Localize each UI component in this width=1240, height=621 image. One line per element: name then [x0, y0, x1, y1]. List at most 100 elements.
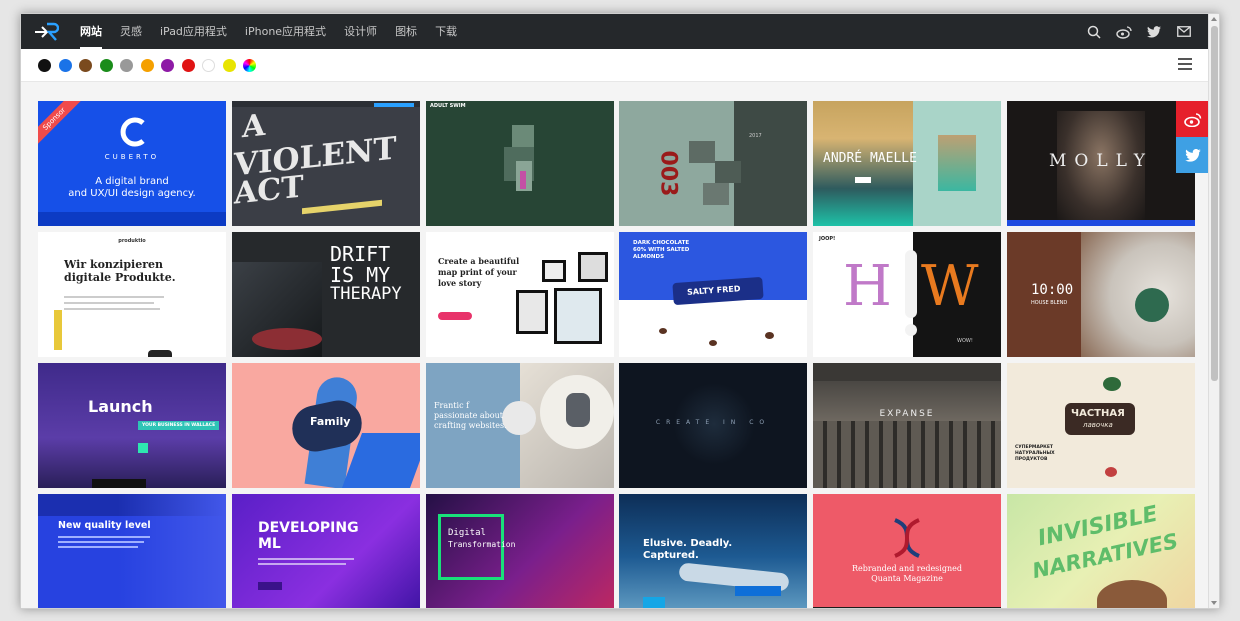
- color-swatch-white[interactable]: [202, 58, 215, 72]
- tile-title: MOLLY: [1048, 151, 1154, 171]
- nav-item-websites[interactable]: 网站: [71, 14, 111, 49]
- color-swatch-orange[interactable]: [140, 58, 154, 72]
- tile-text: Digital: [448, 528, 486, 538]
- tile-drift[interactable]: DRIFT IS MY THERAPY: [232, 232, 420, 357]
- tile-text: Wir konzipieren: [64, 258, 164, 271]
- search-icon[interactable]: [1086, 24, 1102, 40]
- tile-text: СУПЕРМАРКЕТ: [1015, 445, 1053, 450]
- tile-text: Create a beautiful: [438, 256, 520, 266]
- tile-title: Family: [310, 415, 351, 428]
- hamburger-menu-icon[interactable]: [1178, 58, 1192, 70]
- browser-window: 网站 灵感 iPad应用程式 iPhone应用程式 设计师 图标 下载 Spon…: [20, 13, 1220, 609]
- tile-text: Captured.: [643, 550, 699, 561]
- tile-text: ПРОДУКТОВ: [1015, 457, 1048, 462]
- scroll-up-icon[interactable]: [1211, 17, 1217, 21]
- tile-text: 10:00: [1031, 282, 1074, 298]
- logo-icon: [35, 22, 59, 41]
- scroll-down-icon[interactable]: [1211, 601, 1217, 605]
- tile-elusive[interactable]: Elusive. Deadly. Captured.: [619, 494, 807, 608]
- color-filter-bar: [21, 49, 1210, 82]
- tile-developing-ml[interactable]: DEVELOPING ML: [232, 494, 420, 608]
- tile-joop[interactable]: JOOP! H W WOW!: [813, 232, 1001, 357]
- tile-coffee[interactable]: 10:00 HOUSE BLEND: [1007, 232, 1195, 357]
- tile-text: crafting websites.: [434, 421, 507, 430]
- tile-new-quality[interactable]: New quality level: [38, 494, 226, 608]
- tile-cuberto[interactable]: Sponsor CUBERTO A digital brand and UX/U…: [38, 101, 226, 226]
- color-swatch-yellow[interactable]: [222, 58, 236, 72]
- tile-text: 2017: [749, 133, 762, 139]
- tile-003[interactable]: 2017 003: [619, 101, 807, 226]
- nav-item-ipad-apps[interactable]: iPad应用程式: [151, 14, 236, 49]
- tile-launch[interactable]: Launch YOUR BUSINESS IN WALLACE: [38, 363, 226, 488]
- share-weibo-button[interactable]: [1176, 101, 1210, 137]
- top-navigation-bar: 网站 灵感 iPad应用程式 iPhone应用程式 设计师 图标 下载: [21, 14, 1210, 49]
- mail-icon[interactable]: [1176, 24, 1192, 40]
- weibo-icon: [1184, 112, 1202, 127]
- tile-title: CREATE IN CO: [655, 419, 771, 426]
- tile-text: 60% WITH SALTED: [633, 247, 690, 253]
- tile-brand: CUBERTO: [104, 153, 160, 161]
- tile-text: W: [921, 254, 979, 319]
- tile-brand: ADULT SWIM: [430, 103, 466, 109]
- tile-violent-act[interactable]: A VIOLENT ACT: [232, 101, 420, 226]
- nav-item-iphone-apps[interactable]: iPhone应用程式: [236, 14, 335, 49]
- sponsor-badge: Sponsor: [38, 101, 82, 147]
- tile-text: passionate about: [434, 411, 503, 420]
- tile-text: DARK CHOCOLATE: [633, 240, 690, 246]
- cuberto-logo-icon: [120, 117, 145, 147]
- main-nav: 网站 灵感 iPad应用程式 iPhone应用程式 设计师 图标 下载: [71, 14, 466, 49]
- tile-text: Rebranded and redesigned: [852, 564, 962, 573]
- site-logo[interactable]: [21, 14, 71, 49]
- tile-frantic[interactable]: Frantic f passionate about crafting webs…: [426, 363, 614, 488]
- tile-text: love story: [438, 278, 482, 288]
- tile-produkte[interactable]: produktio Wir konzipieren digitale Produ…: [38, 232, 226, 357]
- color-swatch-black[interactable]: [38, 58, 51, 72]
- color-swatch-multicolor[interactable]: [243, 58, 256, 72]
- tile-molly[interactable]: MOLLY: [1007, 101, 1195, 226]
- tile-text: A: [242, 107, 266, 146]
- tile-brand: produktio: [118, 238, 146, 244]
- tile-digital-transformation[interactable]: Digital Transformation: [426, 494, 614, 608]
- vertical-scrollbar[interactable]: [1208, 14, 1219, 608]
- top-icons: [1086, 14, 1192, 49]
- weibo-icon[interactable]: [1116, 24, 1132, 40]
- dna-icon: [894, 518, 920, 558]
- tile-text: Elusive. Deadly.: [643, 538, 733, 549]
- tile-quanta[interactable]: Rebranded and redesigned Quanta Magazine: [813, 494, 1001, 608]
- color-swatch-blue[interactable]: [58, 58, 72, 72]
- tile-title: EXPANSE: [879, 409, 935, 419]
- color-swatch-green[interactable]: [99, 58, 113, 72]
- tile-text: HOUSE BLEND: [1031, 300, 1068, 306]
- tile-text: ML: [258, 536, 281, 552]
- color-swatch-purple[interactable]: [161, 58, 174, 72]
- scrollbar-thumb[interactable]: [1211, 26, 1218, 381]
- tile-text: Quanta Magazine: [871, 574, 943, 583]
- tile-create-in-co[interactable]: CREATE IN CO: [619, 363, 807, 488]
- nav-item-designers[interactable]: 设计师: [335, 14, 386, 49]
- tile-lavka[interactable]: ЧАСТНАЯ лавочка СУПЕРМАРКЕТ НАТУРАЛЬНЫХ …: [1007, 363, 1195, 488]
- tile-brand: ЧАСТНАЯ: [1071, 408, 1125, 419]
- tile-text: 003: [655, 150, 681, 197]
- tile-title: Launch: [88, 397, 153, 416]
- tile-title: New quality level: [58, 520, 151, 531]
- nav-item-downloads[interactable]: 下载: [426, 14, 466, 49]
- tile-adult-swim[interactable]: ADULT SWIM: [426, 101, 614, 226]
- share-twitter-button[interactable]: [1176, 137, 1210, 173]
- color-swatch-gray[interactable]: [120, 58, 133, 72]
- tile-expanse[interactable]: EXPANSE: [813, 363, 1001, 488]
- tile-salty-fred[interactable]: DARK CHOCOLATE 60% WITH SALTED ALMONDS S…: [619, 232, 807, 357]
- tile-map-print[interactable]: Create a beautiful map print of your lov…: [426, 232, 614, 357]
- tile-andre-maelle[interactable]: ANDRÉ MAELLE: [813, 101, 1001, 226]
- color-swatch-red[interactable]: [181, 58, 195, 72]
- nav-item-icons[interactable]: 图标: [386, 14, 426, 49]
- tile-title: ANDRÉ MAELLE: [823, 151, 917, 166]
- tile-text: WOW!: [957, 338, 973, 344]
- tile-invisible-narratives[interactable]: INVISIBLE NARRATIVES: [1007, 494, 1195, 608]
- tile-family[interactable]: Family: [232, 363, 420, 488]
- tile-text: ACT: [234, 169, 304, 212]
- color-swatch-brown[interactable]: [79, 58, 92, 72]
- tile-text: лавочка: [1083, 421, 1113, 429]
- twitter-icon[interactable]: [1146, 24, 1162, 40]
- tile-text: Transformation: [448, 540, 516, 549]
- nav-item-inspiration[interactable]: 灵感: [111, 14, 151, 49]
